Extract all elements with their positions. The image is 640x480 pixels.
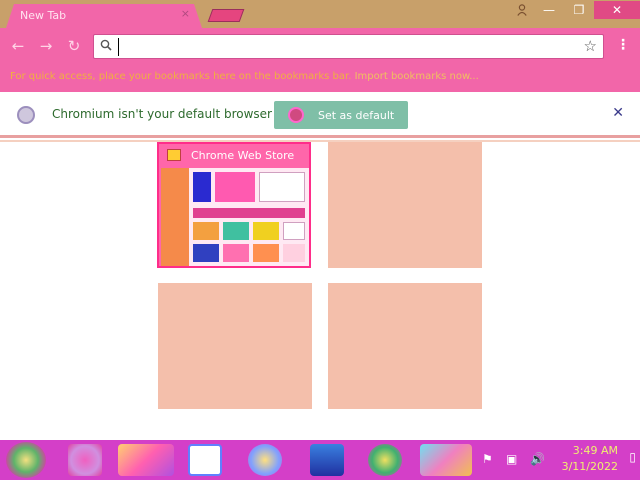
search-icon — [100, 39, 112, 54]
tab-close-icon[interactable]: × — [181, 7, 190, 20]
reload-icon[interactable]: ↻ — [64, 36, 84, 56]
thumbnail-block — [283, 244, 305, 262]
bookmarks-prompt: For quick access, place your bookmarks h… — [10, 71, 352, 82]
thumbnail-block — [223, 222, 249, 240]
tile-title-bar: Chrome Web Store — [159, 144, 309, 166]
chromium-app-icon[interactable] — [420, 444, 472, 476]
minimize-button[interactable]: — — [534, 1, 564, 19]
show-desktop-button[interactable]: ▯ — [629, 450, 636, 464]
tab-new-tab[interactable]: New Tab × — [6, 4, 202, 28]
person-icon[interactable] — [510, 1, 534, 19]
close-window-button[interactable]: ✕ — [594, 1, 640, 19]
back-icon[interactable]: ← — [8, 36, 28, 56]
most-visited-tile-4[interactable] — [328, 283, 482, 409]
thumbnail-block — [253, 244, 279, 262]
most-visited-tile-2[interactable] — [328, 142, 482, 268]
bookmark-star-icon[interactable]: ☆ — [584, 37, 597, 55]
default-browser-infobar: Chromium isn't your default browser Set … — [0, 92, 640, 138]
address-input[interactable] — [118, 38, 568, 56]
start-button[interactable] — [6, 442, 46, 478]
window-controls: — ❐ ✕ — [510, 0, 640, 20]
set-as-default-button[interactable]: Set as default — [274, 101, 408, 129]
thumbnail-block — [193, 172, 211, 202]
paint-app-icon[interactable] — [248, 444, 282, 476]
thumbnail-block — [193, 244, 219, 262]
tab-title: New Tab — [20, 9, 67, 22]
files-app-icon[interactable] — [118, 444, 174, 476]
book-app-icon[interactable] — [310, 444, 344, 476]
thumbnail-block — [259, 172, 305, 202]
forward-icon[interactable]: → — [36, 36, 56, 56]
shield-icon — [288, 107, 304, 123]
browser-toolbar: ← → ↻ ☆ ⋮ — [0, 28, 640, 64]
omnibox[interactable]: ☆ — [93, 34, 604, 59]
title-bar: New Tab × — ❐ ✕ — [0, 0, 640, 28]
bookmarks-hint: For quick access, place your bookmarks h… — [10, 71, 479, 82]
thumbnail-block — [283, 222, 305, 240]
taskbar: ⚑ ▣ 🔊 3:49 AM 3/11/2022 ▯ — [0, 440, 640, 480]
video-app-icon[interactable] — [188, 444, 222, 476]
infobar-message: Chromium isn't your default browser — [52, 107, 272, 121]
set-as-default-label: Set as default — [318, 108, 395, 122]
clock-time: 3:49 AM — [572, 444, 618, 457]
web-store-icon — [167, 149, 181, 161]
media-player-app-icon[interactable] — [368, 444, 402, 476]
thumbnail-block — [215, 172, 255, 202]
maximize-button[interactable]: ❐ — [564, 1, 594, 19]
tile-label: Chrome Web Store — [191, 148, 295, 162]
chromium-icon — [17, 106, 35, 124]
thumbnail-block — [193, 222, 219, 240]
flag-icon[interactable]: ⚑ — [482, 452, 493, 466]
divider — [0, 140, 640, 142]
media-app-icon[interactable] — [68, 444, 102, 476]
clock-date: 3/11/2022 — [561, 460, 618, 473]
volume-icon[interactable]: 🔊 — [530, 452, 545, 466]
most-visited-tile-3[interactable] — [158, 283, 312, 409]
tile-thumbnail — [161, 168, 309, 266]
clock[interactable]: 3:49 AM 3/11/2022 — [562, 443, 618, 475]
thumbnail-block — [223, 244, 249, 262]
new-tab-button[interactable] — [207, 9, 245, 22]
thumbnail-block — [193, 208, 305, 218]
import-bookmarks-link[interactable]: Import bookmarks now... — [355, 71, 479, 82]
menu-icon[interactable]: ⋮ — [616, 37, 630, 53]
thumbnail-sidebar — [161, 168, 189, 266]
network-icon[interactable]: ▣ — [506, 452, 517, 466]
infobar-close-icon[interactable]: ✕ — [612, 105, 624, 121]
most-visited-tile-1[interactable]: Chrome Web Store — [157, 142, 311, 268]
thumbnail-block — [253, 222, 279, 240]
bookmarks-bar: For quick access, place your bookmarks h… — [0, 64, 640, 92]
